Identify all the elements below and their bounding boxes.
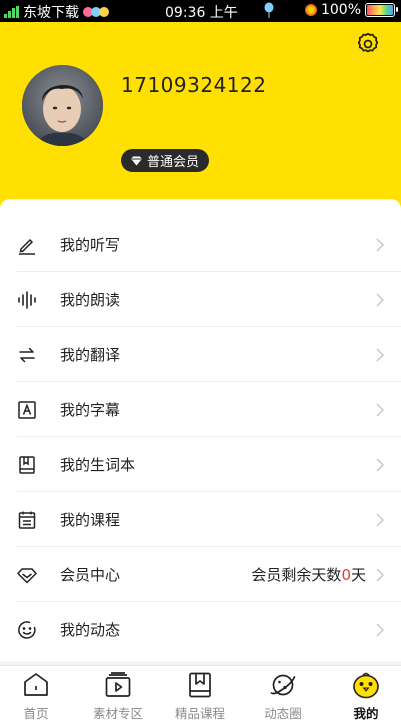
profile-header: 17109324122 普通会员 [0,22,401,212]
user-phone-number: 17109324122 [121,73,267,97]
menu-item-label: 我的翻译 [60,346,121,364]
battery-percent: 100% [320,2,361,18]
chevron-right-icon [376,512,385,527]
avatar[interactable] [22,65,103,146]
chevron-right-icon [376,347,385,362]
tab-mine[interactable]: 我的 [326,666,401,721]
home-icon [22,671,50,699]
smile-icon [17,620,37,640]
tab-moments-circle[interactable]: 动态圈 [243,666,323,721]
bookmark-book-icon [186,671,214,699]
tab-label: 首页 [23,706,49,721]
pencil-icon [17,235,37,255]
menu-item-reading[interactable]: 我的朗读 [0,272,401,327]
chevron-right-icon [376,402,385,417]
material-icon [104,671,132,699]
gear-icon[interactable] [355,31,381,57]
chevron-right-icon [376,622,385,637]
signal-icon [4,6,19,18]
subtitle-a-icon [17,400,37,420]
tab-materials[interactable]: 素材专区 [78,666,158,721]
diamond-icon [17,565,37,585]
menu-item-dictation[interactable]: 我的听写 [0,217,401,272]
status-bar: 东坡下载 09:36 上午 100% [0,0,401,22]
menu-item-label: 我的朗读 [60,291,121,309]
chevron-right-icon [376,237,385,252]
chevron-right-icon [376,292,385,307]
vip-days-count: 0 [341,566,351,584]
vip-remaining-days: 会员剩余天数0天 [251,566,366,584]
status-right: 100% [304,2,398,18]
chevron-right-icon [376,457,385,472]
menu-item-moments[interactable]: 我的动态 [0,602,401,657]
tab-home[interactable]: 首页 [0,666,76,721]
swap-arrows-icon [17,345,37,365]
tab-label: 素材专区 [92,706,143,721]
tab-label: 精品课程 [174,706,225,721]
membership-badge[interactable]: 普通会员 [121,149,210,172]
chevron-right-icon [376,567,385,582]
carrier-text: 东坡下载 [23,5,79,21]
notification-dot-icon [304,4,317,16]
chick-icon [352,671,380,699]
menu-item-label: 我的听写 [60,236,121,254]
status-left: 东坡下载 [4,2,109,22]
menu-item-label: 我的课程 [60,511,121,529]
tab-premium-courses[interactable]: 精品课程 [160,666,240,721]
diamond-small-icon [131,156,142,165]
tab-label: 动态圈 [264,706,302,721]
menu-item-label: 我的字幕 [60,401,121,419]
soundwave-icon [17,290,37,310]
menu-item-translation[interactable]: 我的翻译 [0,327,401,382]
menu-item-label: 我的生词本 [60,456,136,474]
planet-icon [269,671,297,699]
menu-item-vocabulary[interactable]: 我的生词本 [0,437,401,492]
avatar-portrait [22,65,103,146]
balloon-icon [264,2,274,18]
tab-label: 我的 [353,706,379,721]
notebook-icon [17,455,37,475]
menu-item-label: 会员中心 [60,566,121,584]
membership-badge-label: 普通会员 [147,155,200,170]
calendar-icon [17,510,37,530]
bottom-tab-bar: 首页 素材专区 精品课程 动态圈 我的 [0,665,401,721]
menu-item-courses[interactable]: 我的课程 [0,492,401,547]
status-time: 09:36 上午 [165,5,238,21]
battery-icon [365,3,398,17]
menu-list: 我的听写 我的朗读 我的翻译 我的字幕 我的生词本 我的课程 会员中心 会员剩余… [0,199,401,661]
app-notification-icon [83,4,109,20]
menu-item-subtitles[interactable]: 我的字幕 [0,382,401,437]
menu-item-label: 我的动态 [60,621,121,639]
menu-item-vip-center[interactable]: 会员中心 会员剩余天数0天 [0,547,401,602]
